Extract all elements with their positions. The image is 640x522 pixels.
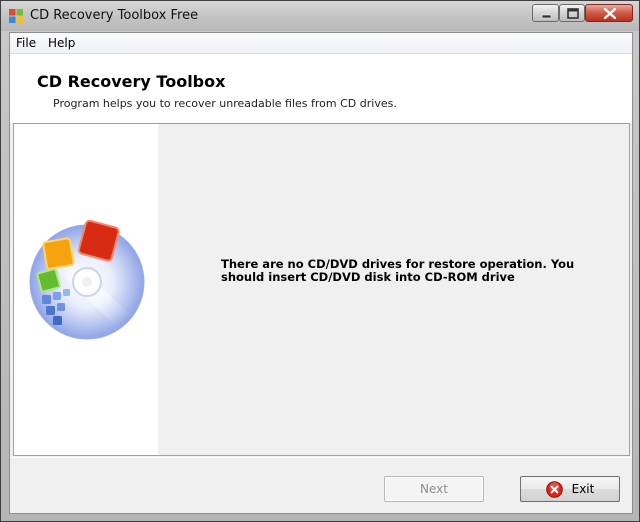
maximize-button[interactable] [559, 4, 585, 22]
page-title: CD Recovery Toolbox [37, 72, 226, 91]
minimize-icon [541, 14, 552, 19]
maximize-icon [567, 8, 579, 19]
menu-help[interactable]: Help [44, 35, 79, 51]
next-button-label: Next [420, 482, 448, 496]
title-bar[interactable]: CD Recovery Toolbox Free [1, 1, 639, 31]
close-icon [603, 7, 617, 20]
header-panel: CD Recovery Toolbox Program helps you to… [10, 54, 632, 123]
minimize-button[interactable] [532, 4, 559, 22]
menu-file[interactable]: File [12, 35, 40, 51]
client-area: File Help CD Recovery Toolbox Program he… [9, 32, 633, 514]
status-message: There are no CD/DVD drives for restore o… [221, 257, 575, 284]
window-title: CD Recovery Toolbox Free [30, 8, 199, 23]
menu-bar: File Help [10, 33, 632, 54]
next-button[interactable]: Next [384, 476, 484, 502]
app-window: CD Recovery Toolbox Free File Help CD Re… [0, 0, 640, 522]
cd-disc-icon [29, 220, 145, 340]
content-panel: There are no CD/DVD drives for restore o… [13, 123, 630, 456]
exit-button-label: Exit [571, 482, 595, 496]
close-button[interactable] [585, 4, 633, 22]
close-circle-icon [545, 480, 563, 498]
exit-button[interactable]: Exit [520, 476, 620, 502]
side-panel [14, 124, 158, 455]
windows-flag-icon [9, 9, 23, 23]
button-bar: Next Exit [10, 457, 632, 514]
page-subtitle: Program helps you to recover unreadable … [53, 97, 397, 110]
